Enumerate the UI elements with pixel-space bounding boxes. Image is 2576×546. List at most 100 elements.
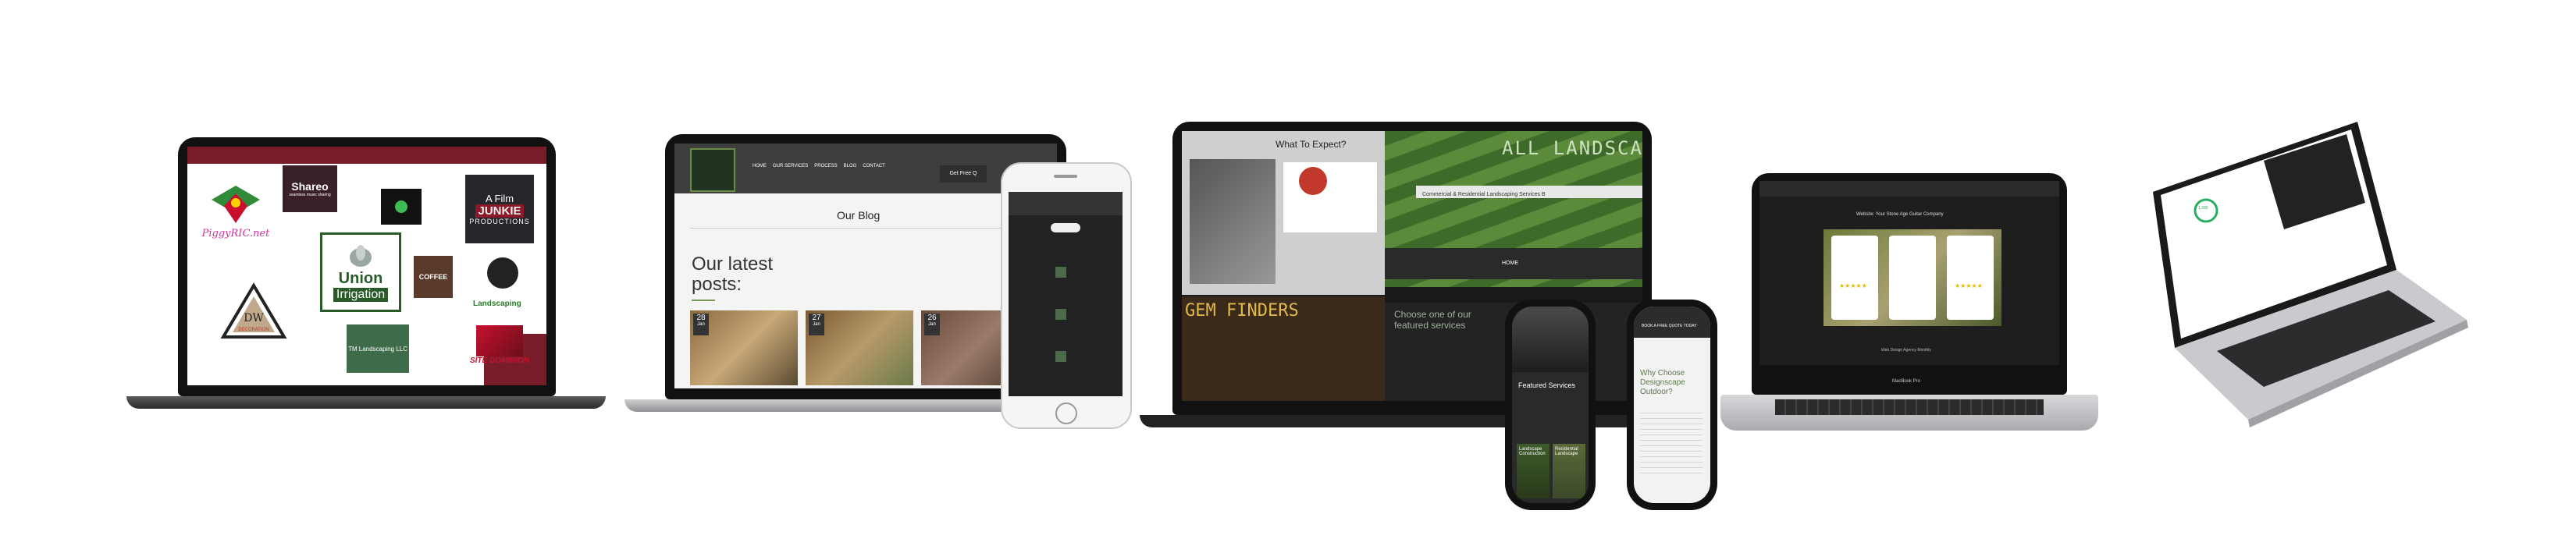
testimonial-card-1: ★★★★★: [1831, 236, 1878, 320]
coffee-logo: COFFEE: [414, 256, 453, 298]
post-month: Jan: [928, 322, 936, 327]
popup-card: What To Expect?: [1182, 131, 1385, 295]
gem-panel: GEM FINDERS: [1182, 296, 1385, 401]
laptop-landscaping-base: [1140, 415, 1686, 427]
dw-sub: DECORATION: [238, 327, 269, 332]
service-card-1[interactable]: Landscape Construction: [1517, 444, 1550, 498]
blog-title: Our Blog: [837, 209, 881, 222]
phone-featured: Featured Services Landscape Construction…: [1505, 300, 1596, 510]
phone-why-screen: BOOK A FREE QUOTE TODAY Why Choose Desig…: [1634, 307, 1710, 503]
blog-post-1[interactable]: 28 Jan: [690, 310, 798, 385]
nav-blog[interactable]: BLOG: [844, 164, 857, 168]
triangle-icon: DW DECORATION: [220, 282, 287, 339]
shareo-text: Shareo: [291, 180, 329, 193]
film-line3: PRODUCTIONS: [469, 218, 530, 225]
dw-decoration-logo: DW DECORATION: [219, 276, 289, 346]
phone-why: BOOK A FREE QUOTE TODAY Why Choose Desig…: [1627, 300, 1717, 510]
dark-band: HOME: [1385, 248, 1642, 279]
stars-3: ★★★★★: [1955, 282, 1983, 289]
headline-underline: [692, 300, 715, 301]
why-lines: [1640, 408, 1703, 478]
get-quote-button[interactable]: Get Free Q: [940, 165, 987, 183]
why-header-text[interactable]: BOOK A FREE QUOTE TODAY: [1642, 324, 1697, 328]
blog-nav: HOME OUR SERVICES PROCESS BLOG CONTACT: [753, 164, 885, 168]
popup-title: What To Expect?: [1276, 139, 1347, 150]
nav-services[interactable]: OUR SERVICES: [773, 164, 808, 168]
blog-headline: Our latest posts:: [692, 254, 774, 295]
union-line1: Union: [338, 269, 383, 287]
site-text: SITE DOMINION: [469, 356, 530, 365]
tm-landscaping-logo: TM Landscaping LLC: [347, 324, 409, 373]
post-date-1: 28 Jan: [693, 314, 709, 335]
nav-home[interactable]: HOME: [1502, 261, 1518, 266]
popup-image: [1190, 159, 1276, 284]
tagline: Commercial & Residential Landscaping Ser…: [1422, 192, 1546, 197]
phone-white-icon-3: [1055, 351, 1066, 362]
blog-header: HOME OUR SERVICES PROCESS BLOG CONTACT G…: [674, 144, 1057, 193]
brand-title: ALL LANDSCAPING SERVIC: [1502, 137, 1642, 159]
laptop-angled-svg: [2153, 122, 2468, 427]
shareo-logo: Shareo seamless music sharing: [283, 165, 337, 212]
choose-text: Choose one of our featured services: [1394, 309, 1471, 331]
testimonial-card-3: ★★★★★: [1947, 236, 1994, 320]
nav-process[interactable]: PROCESS: [814, 164, 837, 168]
designscape-logo: [690, 148, 735, 192]
site-dominion-logo: SITE DOMINION: [462, 315, 537, 374]
service-card-2[interactable]: Residential Landscape: [1553, 444, 1585, 498]
phone-white-pill: [1051, 223, 1080, 232]
screen-topbar: [187, 147, 546, 164]
blog-post-2[interactable]: 27 Jan: [806, 310, 913, 385]
phone-white: [1001, 162, 1132, 429]
tm-text: TM Landscaping LLC: [347, 345, 408, 353]
nav-home[interactable]: HOME: [753, 164, 767, 168]
phone-white-icon-2: [1055, 309, 1066, 320]
phone-featured-screen: Featured Services Landscape Construction…: [1512, 307, 1589, 503]
union-irrigation-logo: Union Irrigation: [320, 232, 401, 312]
flower-icon: [350, 244, 372, 267]
home-button[interactable]: [1055, 402, 1077, 424]
post-day: 28: [696, 314, 706, 322]
dw-text: DW: [244, 312, 264, 324]
phone-white-speaker: [1054, 175, 1077, 178]
post-day: 26: [927, 314, 937, 322]
card-1-label: Landscape Construction: [1519, 447, 1546, 456]
keyboard: [1775, 399, 2044, 415]
film-line2: JUNKIE: [475, 204, 524, 218]
piggy-text: PiggyRIC.net: [201, 227, 270, 239]
laptop-angled: 1,280: [2139, 117, 2482, 445]
phone-white-header: [1009, 192, 1123, 215]
mb-topbar: [1759, 181, 2059, 197]
post-day: 27: [812, 314, 821, 322]
laptop-macbook: Website: Your Stone Age Guitar Company ★…: [1752, 173, 2067, 395]
mb-title: Website: Your Stone Age Guitar Company: [1856, 212, 1944, 217]
laptop-macbook-base: [1720, 395, 2098, 431]
phone-white-screen: [1009, 192, 1123, 396]
testimonial-card-2: [1889, 236, 1936, 320]
angled-stat: 1,280: [2198, 206, 2208, 211]
pig-icon: [212, 185, 260, 223]
post-month: Jan: [697, 322, 705, 327]
piggy-logo: PiggyRIC.net: [198, 178, 273, 245]
stars-1: ★★★★★: [1839, 282, 1867, 289]
blog-intro: [690, 228, 1041, 241]
nav-contact[interactable]: CONTACT: [863, 164, 885, 168]
gem-title: GEM FINDERS: [1185, 301, 1299, 321]
tagline-bar: Commercial & Residential Landscaping Ser…: [1416, 186, 1642, 198]
union-line2: Irrigation: [333, 287, 389, 302]
black-badge-logo: [381, 189, 422, 225]
no-icon: [1299, 167, 1327, 195]
laptop-logos: PiggyRIC.net Shareo seamless music shari…: [178, 137, 556, 396]
laptop-logos-base: [126, 396, 606, 409]
featured-title: Featured Services: [1518, 381, 1576, 389]
post-date-2: 27 Jan: [809, 314, 824, 335]
post-date-3: 26 Jan: [924, 314, 940, 335]
phone-featured-hero: [1512, 307, 1589, 372]
coffee-text: COFFEE: [418, 273, 448, 281]
post-month: Jan: [813, 322, 820, 327]
mb-footer: Web Design Agency Monthly: [1881, 348, 1931, 353]
why-heading: Why Choose Designscape Outdoor?: [1640, 369, 1685, 396]
green-landscaping-logo: Landscaping: [473, 300, 521, 308]
dark-circle-logo: [487, 257, 518, 289]
phone-white-icon-1: [1055, 267, 1066, 278]
laptop-logos-screen: PiggyRIC.net Shareo seamless music shari…: [187, 147, 546, 385]
